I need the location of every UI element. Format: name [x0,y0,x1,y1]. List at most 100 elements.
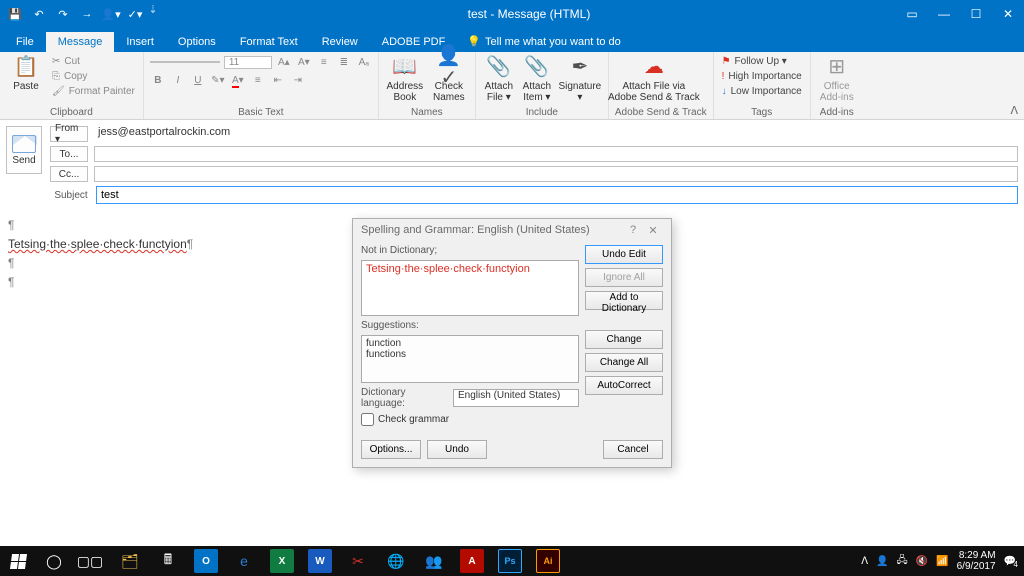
font-name-select[interactable] [150,61,220,63]
group-label-names: Names [385,106,469,119]
send-button[interactable]: Send [6,126,42,174]
tab-options[interactable]: Options [166,32,228,52]
highlight-button[interactable]: ✎▾ [210,75,226,86]
align-left-button[interactable]: ≡ [250,75,266,86]
from-button[interactable]: From ▾ [50,126,88,142]
high-importance-button[interactable]: !High Importance [720,69,804,83]
dialog-close-button[interactable]: ✕ [643,224,663,237]
office-addins-button[interactable]: ⊞Office Add-ins [817,54,857,103]
follow-up-button[interactable]: ⚑Follow Up ▾ [720,54,804,68]
taskbar-app-explorer[interactable]: 🗂 [112,546,148,576]
italic-button[interactable]: I [170,75,186,86]
tab-message[interactable]: Message [46,32,115,52]
suggestion-item[interactable]: function [366,338,574,349]
not-in-dictionary-text[interactable]: Tetsing·the·splee·check·functyion [361,260,579,316]
tray-volume-icon[interactable]: 🔇 [916,556,928,567]
ribbon-display-options[interactable]: ▭ [896,0,928,28]
paste-button[interactable]: 📋 Paste [6,54,46,92]
tray-chevron-icon[interactable]: ᐱ [861,556,868,567]
options-button[interactable]: Options... [361,440,421,459]
tab-insert[interactable]: Insert [114,32,166,52]
qat-account[interactable]: 👤▾ [100,3,122,25]
start-button[interactable] [0,546,36,576]
tray-clock[interactable]: 8:29 AM 6/9/2017 [957,550,996,572]
qat-save[interactable]: 💾 [4,3,26,25]
attach-file-button[interactable]: 📎Attach File ▾ [482,54,516,103]
taskbar-app-chrome[interactable]: 🌐 [378,546,414,576]
tray-wifi-icon[interactable]: 📶 [936,556,948,567]
suggestions-list[interactable]: function functions [361,335,579,383]
task-view-button[interactable]: ▢▢ [72,546,108,576]
ignore-all-button[interactable]: Ignore All [585,268,663,287]
decrease-indent-button[interactable]: ⇤ [270,75,286,86]
taskbar-app-calculator[interactable]: 🖩 [150,546,186,576]
taskbar-app-snip[interactable]: ✂ [340,546,376,576]
cut-button[interactable]: ✂Cut [50,54,137,68]
tab-file[interactable]: File [4,32,46,52]
check-names-button[interactable]: 👤✓Check Names [429,54,469,103]
suggestion-item[interactable]: functions [366,349,574,360]
cc-field[interactable] [94,166,1018,182]
signature-button[interactable]: ✒Signature ▾ [558,54,602,103]
format-painter-button[interactable]: 🖌Format Painter [50,84,137,98]
styles-button[interactable]: Aₐ [356,57,372,68]
tab-review[interactable]: Review [310,32,370,52]
cc-button[interactable]: Cc... [50,166,88,182]
check-names-icon: 👤✓ [429,54,469,80]
dialog-help-button[interactable]: ? [623,224,643,236]
collapse-ribbon-button[interactable]: ᐱ [1010,104,1018,117]
taskbar-app-edge[interactable]: e [226,546,262,576]
taskbar-app-illustrator[interactable]: Ai [530,546,566,576]
qat-forward[interactable]: → [76,3,98,25]
increase-indent-button[interactable]: ⇥ [290,75,306,86]
cancel-button[interactable]: Cancel [603,440,663,459]
low-importance-button[interactable]: ↓Low Importance [720,84,804,98]
to-field[interactable] [94,146,1018,162]
adobe-attach-button[interactable]: ☁Attach File via Adobe Send & Track [615,54,693,103]
autocorrect-button[interactable]: AutoCorrect [585,376,663,395]
bullets-button[interactable]: ≡ [316,57,332,68]
add-to-dictionary-button[interactable]: Add to Dictionary [585,291,663,310]
font-color-button[interactable]: A▾ [230,75,246,86]
dictionary-language-select[interactable]: English (United States) [453,389,579,407]
subject-label: Subject [52,190,90,201]
undo-edit-button[interactable]: Undo Edit [585,245,663,264]
taskbar-app-teams[interactable]: 👥 [416,546,452,576]
taskbar-app-word[interactable]: W [302,546,338,576]
font-size-select[interactable]: 11 [224,56,272,69]
numbering-button[interactable]: ≣ [336,57,352,68]
bold-button[interactable]: B [150,75,166,86]
taskbar-app-photoshop[interactable]: Ps [492,546,528,576]
qat-check[interactable]: ✓▾ [124,3,146,25]
taskbar-app-outlook[interactable]: O [188,546,224,576]
change-all-button[interactable]: Change All [585,353,663,372]
tray-people-icon[interactable]: 👤 [876,556,888,567]
close-button[interactable]: ✕ [992,0,1024,28]
tab-format-text[interactable]: Format Text [228,32,310,52]
qat-more[interactable]: ⇣ [148,3,158,25]
taskbar-app-acrobat[interactable]: A [454,546,490,576]
copy-button[interactable]: ⎘Copy [50,69,137,83]
change-button[interactable]: Change [585,330,663,349]
group-label-addins: Add-ins [817,106,857,119]
underline-button[interactable]: U [190,75,206,86]
taskbar-app-excel[interactable]: X [264,546,300,576]
tell-me-search[interactable]: 💡 Tell me what you want to do [457,31,630,52]
shrink-font-button[interactable]: A▾ [296,57,312,68]
cortana-search-button[interactable]: ◯ [36,546,72,576]
grow-font-button[interactable]: A▴ [276,57,292,68]
pilcrow-icon: ¶ [8,218,14,232]
minimize-button[interactable]: — [928,0,960,28]
to-button[interactable]: To... [50,146,88,162]
action-center-button[interactable]: 💬4 [1004,556,1016,567]
maximize-button[interactable]: ☐ [960,0,992,28]
check-grammar-checkbox[interactable]: Check grammar [361,413,579,426]
qat-redo[interactable]: ↷ [52,3,74,25]
address-book-button[interactable]: 📖Address Book [385,54,425,103]
taskbar: ◯ ▢▢ 🗂 🖩 O e X W ✂ 🌐 👥 A Ps Ai ᐱ 👤 🖧 🔇 📶… [0,546,1024,576]
subject-field[interactable] [96,186,1018,204]
qat-undo[interactable]: ↶ [28,3,50,25]
tray-network-icon[interactable]: 🖧 [897,553,908,570]
undo-button[interactable]: Undo [427,440,487,459]
attach-item-button[interactable]: 📎Attach Item ▾ [520,54,554,103]
